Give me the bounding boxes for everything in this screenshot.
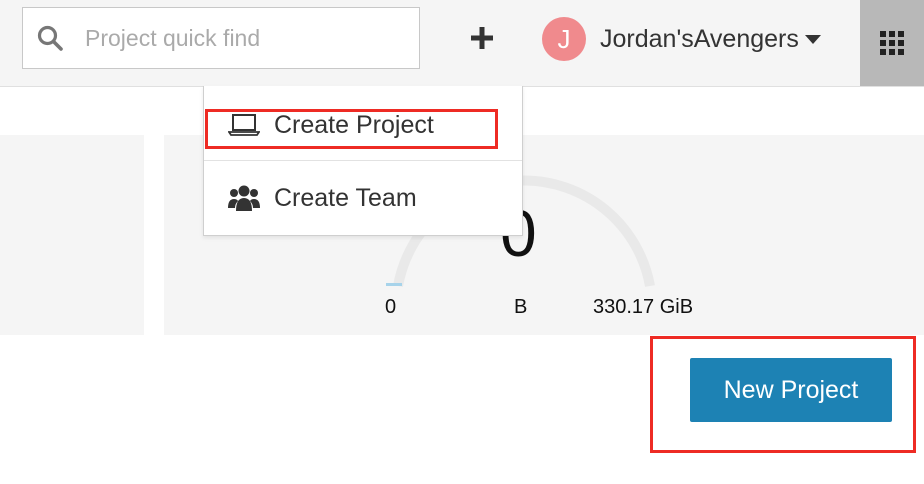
laptop-icon (228, 114, 260, 136)
add-button[interactable] (466, 22, 498, 54)
menu-item-label: Create Project (274, 110, 434, 139)
new-project-button[interactable]: New Project (690, 358, 892, 422)
project-search[interactable] (22, 7, 420, 69)
caret-down-icon (804, 34, 821, 44)
org-name: Jordan'sAvengers (600, 24, 799, 53)
users-icon (228, 184, 260, 212)
avatar: J (542, 17, 586, 61)
org-switcher[interactable]: J Jordan'sAvengers (542, 17, 821, 61)
plus-icon (471, 27, 493, 49)
gauge-min-label: 0 (385, 296, 397, 318)
gauge-max-label: 330.17 GiB (593, 296, 694, 318)
search-icon (37, 25, 63, 51)
project-search-input[interactable] (83, 23, 387, 53)
left-panel (0, 135, 144, 335)
add-dropdown-menu: Create Project Create Team (203, 86, 523, 236)
grid-icon (880, 31, 904, 55)
gauge-unit-label: B (514, 296, 528, 318)
top-bar: J Jordan'sAvengers (0, 0, 924, 87)
apps-menu-button[interactable] (860, 0, 924, 86)
menu-item-label: Create Team (274, 183, 417, 212)
menu-item-create-team[interactable]: Create Team (204, 173, 522, 223)
menu-item-create-project[interactable]: Create Project (204, 100, 522, 150)
menu-divider (204, 160, 522, 161)
